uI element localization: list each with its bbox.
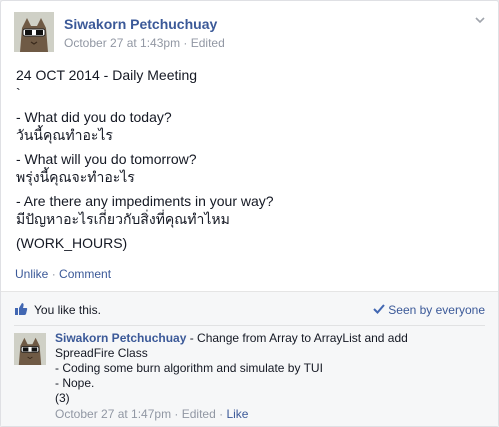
comment-avatar[interactable] (14, 333, 46, 365)
comment-author-name[interactable]: Siwakorn Petchuchuay (55, 331, 186, 345)
comment-line: - Nope. (55, 376, 95, 390)
comment-line: - Coding some burn algorithm and simulat… (55, 361, 323, 375)
comment-timestamp[interactable]: October 27 at 1:47pm (55, 407, 171, 421)
comment-edited-link[interactable]: Edited (182, 407, 216, 421)
comment-line: SpreadFire Class (55, 346, 148, 360)
check-icon (373, 304, 386, 314)
post-edited-link[interactable]: Edited (191, 36, 225, 50)
post-line-work-hours: (WORK_HOURS) (16, 235, 128, 251)
post-actions: Unlike · Comment (15, 267, 111, 281)
seen-by-everyone[interactable]: Seen by everyone (373, 303, 485, 317)
thumbs-up-icon (15, 303, 28, 315)
comment-meta: October 27 at 1:47pm · Edited · Like (55, 407, 248, 421)
post-meta: October 27 at 1:43pm · Edited (64, 36, 225, 50)
comment-item: Siwakorn Petchuchuay - Change from Array… (14, 331, 485, 423)
comment-body: Siwakorn Petchuchuay - Change from Array… (55, 331, 455, 406)
seen-by-everyone-label: Seen by everyone (388, 303, 485, 317)
cat-avatar-image (14, 333, 46, 365)
post-line-tomorrow: - What will you do tomorrow? พรุ่งนี้คุณ… (16, 151, 197, 185)
avatar[interactable] (14, 12, 54, 52)
post-body: 24 OCT 2014 - Daily Meeting ` - What did… (16, 66, 483, 258)
you-like-this-text[interactable]: You like this. (34, 303, 101, 317)
post-line-today: - What did you do today? วันนี้คุณทำอะไร (16, 109, 172, 143)
actions-separator: · (48, 267, 60, 281)
post-timestamp[interactable]: October 27 at 1:43pm (64, 36, 180, 50)
post-line-impediments: - Are there any impediments in your way?… (16, 193, 274, 227)
feedback-section: You like this. Seen by everyone Siwakorn… (1, 291, 498, 426)
comment-line: (3) (55, 391, 70, 405)
post-header: Siwakorn Petchuchuay October 27 at 1:43p… (14, 12, 488, 54)
cat-avatar-image (14, 12, 54, 52)
comment-meta-separator: · (171, 407, 182, 421)
comment-text-first: - Change from Array to ArrayList and add (186, 331, 408, 345)
unlike-link[interactable]: Unlike (15, 267, 48, 281)
likes-row: You like this. Seen by everyone (14, 301, 485, 319)
comment-meta-separator: · (215, 407, 227, 421)
comment-like-link[interactable]: Like (226, 407, 248, 421)
divider (14, 325, 485, 326)
meta-separator: · (180, 36, 191, 50)
post-line-title: 24 OCT 2014 - Daily Meeting ` (16, 67, 198, 101)
chevron-down-icon[interactable] (474, 14, 486, 26)
comment-link[interactable]: Comment (59, 267, 111, 281)
post-author-name[interactable]: Siwakorn Petchuchuay (64, 16, 217, 32)
post-card: Siwakorn Petchuchuay October 27 at 1:43p… (0, 0, 499, 427)
